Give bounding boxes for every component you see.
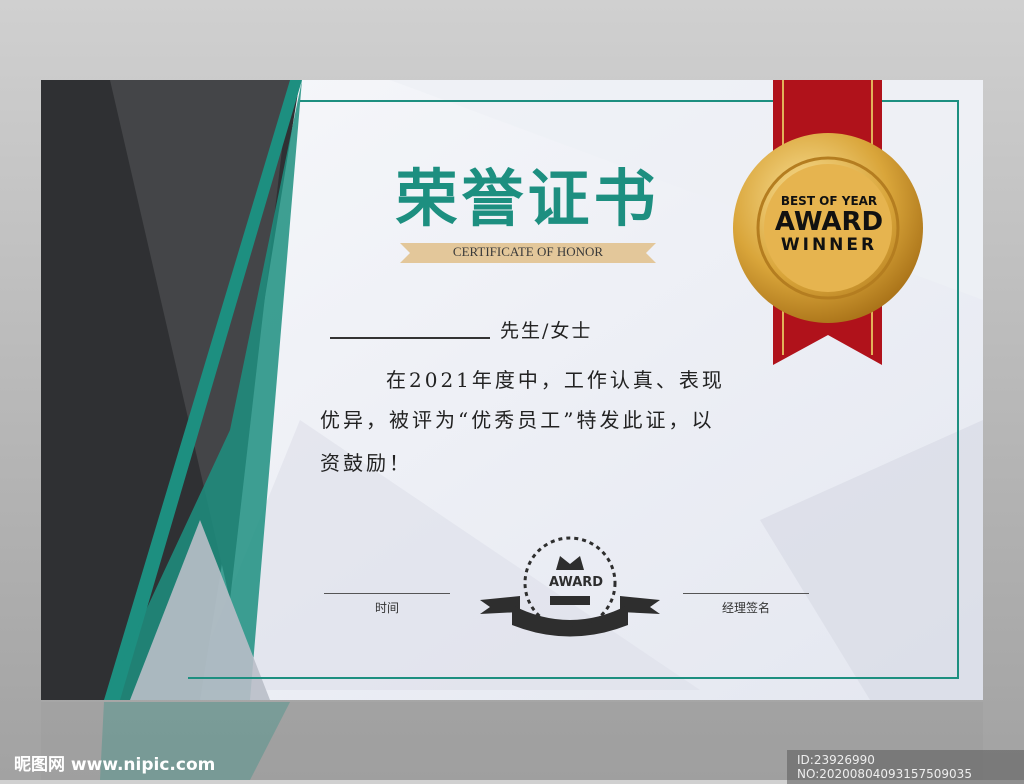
emblem-text: AWARD — [549, 575, 604, 590]
signature-label: 经理签名 — [721, 601, 770, 615]
subtitle-text: CERTIFICATE OF HONOR — [452, 244, 604, 259]
medal-text: BEST OF YEAR AWARD WINNER — [770, 195, 888, 254]
medal-line2: AWARD — [774, 207, 884, 237]
body-line-1: 在2021年度中，工作认真、表现 — [386, 368, 725, 392]
signature-line[interactable] — [683, 593, 809, 594]
name-line[interactable] — [330, 337, 490, 339]
salutation: 先生/女士 — [500, 320, 593, 342]
subtitle-banner: CERTIFICATE OF HONOR — [400, 242, 656, 264]
date-label: 时间 — [374, 601, 399, 615]
medal-line3: WINNER — [780, 235, 878, 255]
body-line-2: 优异，被评为“优秀员工”特发此证，以 — [320, 408, 715, 432]
date-line[interactable] — [324, 593, 450, 594]
watermark-id: ID:23926990 NO:20200804093157509035 — [787, 750, 1024, 784]
watermark-site: 昵图网 www.nipic.com — [14, 755, 216, 775]
medal-line1: BEST OF YEAR — [780, 194, 878, 208]
certificate-title: 荣誉证书 — [395, 162, 660, 235]
body-line-3: 资鼓励！ — [320, 451, 412, 475]
